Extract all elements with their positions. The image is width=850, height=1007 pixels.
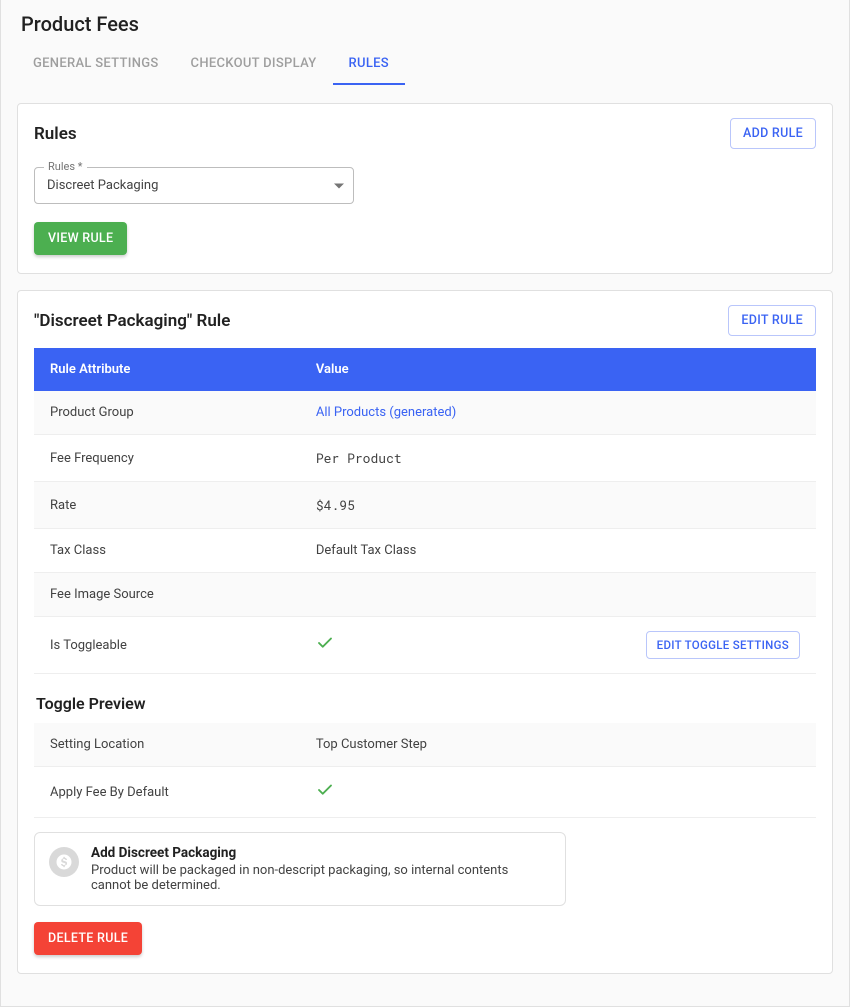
tab-checkout-display[interactable]: CHECKOUT DISPLAY [175, 44, 333, 85]
rule-attributes-table: Rule Attribute Value Product Group All P… [34, 348, 816, 674]
table-row: Is Toggleable EDIT TOGGLE SETTINGS [34, 617, 816, 674]
check-icon [316, 634, 334, 656]
table-header-value: Value [300, 348, 816, 391]
attr-fee-frequency: Fee Frequency [34, 435, 300, 482]
attr-rate: Rate [34, 482, 300, 529]
value-fee-frequency: Per Product [300, 435, 816, 482]
preview-text: Add Discreet Packaging Product will be p… [91, 845, 551, 893]
attr-tax-class: Tax Class [34, 529, 300, 573]
toggle-preview-table: Setting Location Top Customer Step Apply… [34, 723, 816, 818]
attr-fee-image: Fee Image Source [34, 573, 300, 617]
table-row: Apply Fee By Default [34, 767, 816, 818]
edit-rule-button[interactable]: EDIT RULE [728, 305, 816, 336]
attr-setting-location: Setting Location [34, 723, 300, 767]
product-group-link[interactable]: All Products (generated) [316, 405, 456, 420]
check-icon [316, 781, 334, 803]
add-rule-button[interactable]: ADD RULE [730, 118, 816, 149]
toggle-preview-box: Add Discreet Packaging Product will be p… [34, 832, 566, 906]
rules-select-label: Rules * [44, 160, 87, 173]
tab-rules[interactable]: RULES [333, 44, 405, 85]
value-rate: $4.95 [300, 482, 816, 529]
rules-card: Rules ADD RULE Rules * Discreet Packagin… [17, 103, 833, 274]
rule-detail-title: "Discreet Packaging" Rule [34, 311, 230, 331]
tab-general-settings[interactable]: GENERAL SETTINGS [17, 44, 175, 85]
attr-product-group: Product Group [34, 391, 300, 435]
table-header-attr: Rule Attribute [34, 348, 300, 391]
view-rule-button[interactable]: VIEW RULE [34, 222, 127, 255]
rules-card-title: Rules [34, 124, 77, 144]
toggle-preview-heading: Toggle Preview [36, 694, 816, 713]
tabs-bar: GENERAL SETTINGS CHECKOUT DISPLAY RULES [17, 44, 833, 85]
rule-detail-header: "Discreet Packaging" Rule EDIT RULE [34, 305, 816, 336]
rules-select-wrap: Rules * Discreet Packaging [34, 167, 354, 204]
value-setting-location: Top Customer Step [300, 723, 816, 767]
table-row: Product Group All Products (generated) [34, 391, 816, 435]
edit-toggle-settings-button[interactable]: EDIT TOGGLE SETTINGS [646, 631, 800, 659]
page-container: Product Fees GENERAL SETTINGS CHECKOUT D… [0, 0, 850, 1007]
chevron-down-icon [334, 183, 344, 188]
rule-detail-card: "Discreet Packaging" Rule EDIT RULE Rule… [17, 290, 833, 974]
attr-toggleable: Is Toggleable [34, 617, 300, 674]
preview-title: Add Discreet Packaging [91, 845, 551, 861]
rules-card-header: Rules ADD RULE [34, 118, 816, 149]
table-row: Setting Location Top Customer Step [34, 723, 816, 767]
page-title: Product Fees [21, 12, 833, 36]
preview-desc: Product will be packaged in non-descript… [91, 863, 551, 893]
table-row: Fee Image Source [34, 573, 816, 617]
table-row: Rate $4.95 [34, 482, 816, 529]
rules-select-value: Discreet Packaging [47, 178, 158, 193]
value-fee-image [300, 573, 816, 617]
table-row: Fee Frequency Per Product [34, 435, 816, 482]
value-tax-class: Default Tax Class [300, 529, 816, 573]
attr-apply-default: Apply Fee By Default [34, 767, 300, 818]
delete-rule-button[interactable]: DELETE RULE [34, 922, 142, 955]
table-row: Tax Class Default Tax Class [34, 529, 816, 573]
